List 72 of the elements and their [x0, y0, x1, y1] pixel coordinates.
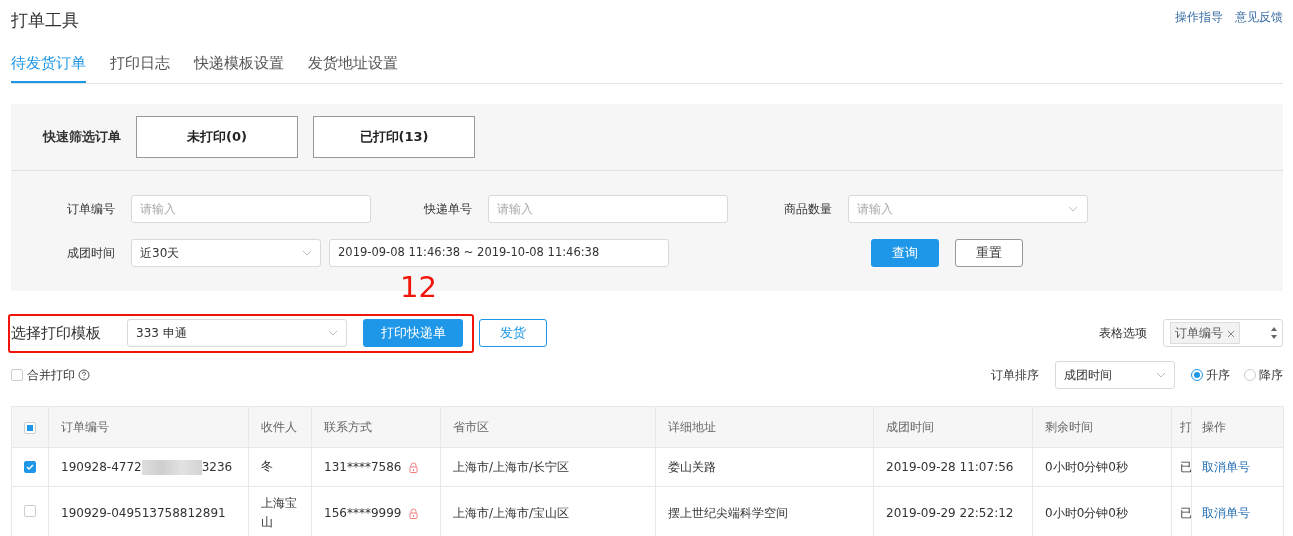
sort-select[interactable]: 成团时间	[1055, 361, 1175, 389]
column-header: 成团时间	[873, 406, 1033, 448]
column-header: 操作	[1191, 406, 1284, 448]
tab[interactable]: 快递模板设置	[194, 51, 284, 83]
order-number: 3236	[201, 460, 233, 474]
template-label: 选择打印模板	[11, 322, 102, 344]
table-cell: 0小时0分钟0秒	[1045, 460, 1128, 474]
annotation-number: 12	[400, 273, 437, 302]
filter-button[interactable]: 未打印(0)	[136, 116, 298, 158]
filter-label: 快速筛选订单	[43, 128, 121, 147]
help-icon[interactable]	[78, 369, 90, 381]
option-tag: 订单编号	[1170, 322, 1240, 344]
input-field[interactable]: 请输入	[131, 195, 371, 223]
column-header: 订单编号	[48, 406, 249, 448]
tab[interactable]: 发货地址设置	[308, 51, 398, 83]
table-cell: 上海宝山	[261, 495, 297, 529]
table-cell: 0小时0分钟0秒	[1045, 506, 1128, 520]
options-label: 表格选项	[1099, 325, 1147, 342]
row-checkbox[interactable]	[24, 505, 36, 517]
field-label: 订单编号	[66, 201, 115, 218]
select-all-checkbox[interactable]	[24, 422, 36, 434]
chevron-icon	[1156, 372, 1166, 378]
cancel-link[interactable]: 取消单号	[1202, 506, 1250, 520]
table-cell: 156****9999	[324, 506, 402, 520]
order-number: 190928-4772	[61, 460, 142, 474]
field-label: 快递单号	[423, 201, 472, 218]
lock-icon[interactable]	[409, 508, 419, 519]
column-header: 省市区	[440, 406, 656, 448]
table-cell: 上海市/上海市/宝山区	[453, 506, 570, 520]
field-label: 成团时间	[66, 245, 115, 262]
row-checkbox[interactable]	[24, 461, 36, 473]
filter-button[interactable]: 已打印(13)	[313, 116, 475, 158]
checkbox-label: 合并打印	[27, 367, 75, 384]
column-header: 详细地址	[655, 406, 874, 448]
chevron-icon	[302, 250, 312, 256]
table-cell: 2019-09-28 11:07:56	[886, 460, 1014, 474]
table-cell: 已	[1180, 506, 1191, 520]
sort-label: 订单排序	[991, 367, 1039, 384]
select-field[interactable]: 请输入	[848, 195, 1088, 223]
table-cell: 冬	[261, 459, 273, 474]
input-field[interactable]: 请输入	[488, 195, 728, 223]
chevron-icon	[328, 330, 338, 336]
redacted-area	[141, 460, 202, 475]
table-cell: 娄山关路	[668, 460, 716, 474]
header-link[interactable]: 意见反馈	[1235, 10, 1283, 24]
select-field[interactable]: 近30天	[131, 239, 321, 267]
date-range-field[interactable]: 2019-09-08 11:46:38 ~ 2019-10-08 11:46:38	[329, 239, 669, 267]
radio-button[interactable]	[1191, 369, 1203, 381]
order-number: 190929-049513758812891	[61, 506, 226, 520]
table-cell: 131****7586	[324, 460, 402, 474]
column-header: 收件人	[248, 406, 312, 448]
lock-icon[interactable]	[409, 462, 419, 473]
column-header: 剩余时间	[1032, 406, 1172, 448]
close-icon[interactable]	[1226, 329, 1235, 338]
table-cell: 摆上世纪尖端科学空间	[668, 506, 788, 520]
table-cell: 2019-09-29 22:52:12	[886, 506, 1014, 520]
header-link[interactable]: 操作指导	[1175, 10, 1223, 24]
chevron-icon	[1068, 206, 1078, 212]
table-cell: 已	[1180, 460, 1191, 474]
table-cell: 上海市/上海市/长宁区	[453, 460, 570, 474]
column-header: 联系方式	[311, 406, 441, 448]
options-field[interactable]: 订单编号	[1163, 319, 1283, 347]
page-title: 打单工具	[11, 9, 79, 32]
radio-button[interactable]	[1244, 369, 1256, 381]
cancel-link[interactable]: 取消单号	[1202, 460, 1250, 474]
radio-label: 升序	[1206, 367, 1230, 384]
reset-button[interactable]: 重置	[955, 239, 1023, 267]
template-select[interactable]: 333 申通	[127, 319, 347, 347]
checkbox[interactable]	[11, 369, 23, 381]
field-label: 商品数量	[783, 201, 832, 218]
radio-label: 降序	[1259, 367, 1283, 384]
tab[interactable]: 打印日志	[110, 51, 170, 83]
